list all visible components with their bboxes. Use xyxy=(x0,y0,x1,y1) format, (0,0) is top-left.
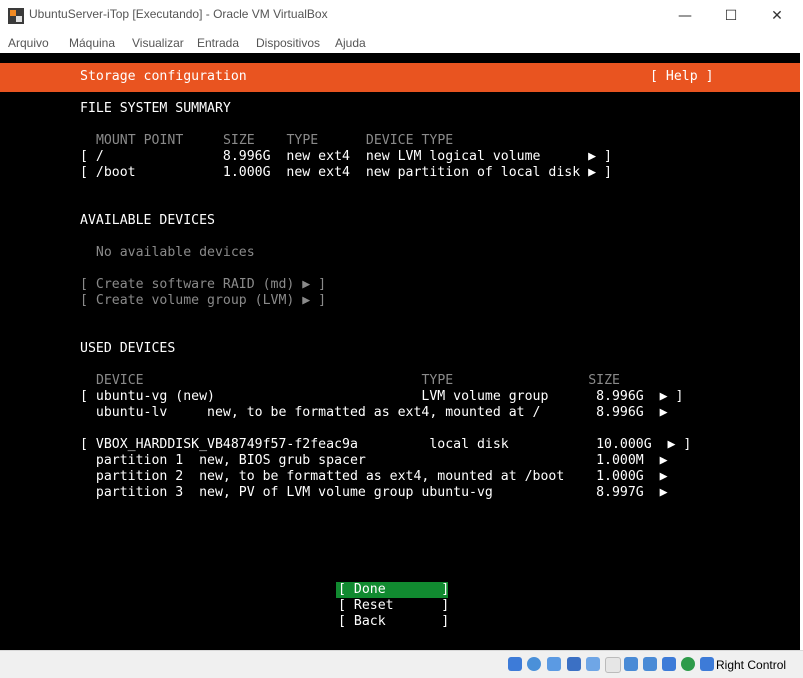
menu-visualizar[interactable]: Visualizar xyxy=(132,36,184,50)
help-button[interactable]: [ Help ] xyxy=(650,69,714,85)
reset-button[interactable]: [ Reset ] xyxy=(338,598,449,614)
fs-summary-columns: MOUNT POINT SIZE TYPE DEVICE TYPE xyxy=(88,133,454,148)
keyboard-capture-icon[interactable] xyxy=(700,657,714,671)
menu-maquina[interactable]: Máquina xyxy=(69,36,115,50)
vm-screen[interactable]: Storage configuration [ Help ] FILE SYST… xyxy=(0,53,800,650)
usb-icon[interactable] xyxy=(586,657,600,671)
optical-drive-icon[interactable] xyxy=(527,657,541,671)
virtualbox-icon xyxy=(8,8,24,24)
menu-arquivo[interactable]: Arquivo xyxy=(8,36,49,50)
fs-summary-heading: FILE SYSTEM SUMMARY xyxy=(80,101,231,116)
menu-entrada[interactable]: Entrada xyxy=(197,36,239,50)
network-icon[interactable] xyxy=(567,657,581,671)
used-row-partition-3[interactable]: partition 3 new, PV of LVM volume group … xyxy=(80,485,668,501)
used-devices-columns: DEVICE TYPE SIZE xyxy=(88,373,620,388)
used-row-partition-2[interactable]: partition 2 new, to be formatted as ext4… xyxy=(80,469,668,485)
window-titlebar: UbuntuServer-iTop [Executando] - Oracle … xyxy=(0,0,803,33)
menu-dispositivos[interactable]: Dispositivos xyxy=(256,36,320,50)
fs-row-boot[interactable]: [ /boot 1.000G new ext4 new partition of… xyxy=(80,165,612,181)
menu-bar: Arquivo Máquina Visualizar Entrada Dispo… xyxy=(0,33,803,53)
vm-status-bar: Right Control xyxy=(0,650,803,678)
shared-folders-icon[interactable] xyxy=(605,657,621,673)
menu-ajuda[interactable]: Ajuda xyxy=(335,36,366,50)
close-button[interactable]: ✕ xyxy=(754,4,800,28)
display-icon[interactable] xyxy=(624,657,638,671)
mouse-integration-icon[interactable] xyxy=(681,657,695,671)
window-title: UbuntuServer-iTop [Executando] - Oracle … xyxy=(29,7,328,21)
audio-icon[interactable] xyxy=(547,657,561,671)
used-row-harddisk[interactable]: [ VBOX_HARDDISK_VB48749f57-f2feac9a loca… xyxy=(80,437,691,453)
minimize-button[interactable]: — xyxy=(662,4,708,28)
page-title: Storage configuration xyxy=(80,69,247,84)
maximize-button[interactable]: ☐ xyxy=(708,4,754,28)
fs-row-root[interactable]: [ / 8.996G new ext4 new LVM logical volu… xyxy=(80,149,612,165)
no-devices-text: No available devices xyxy=(80,245,255,260)
used-row-ubuntu-lv[interactable]: ubuntu-lv new, to be formatted as ext4, … xyxy=(80,405,668,421)
terminal-display: Storage configuration [ Help ] FILE SYST… xyxy=(0,53,800,650)
host-key-label: Right Control xyxy=(716,658,787,672)
recording-icon[interactable] xyxy=(643,657,657,671)
done-button[interactable]: [ Done ] xyxy=(338,582,449,598)
back-button[interactable]: [ Back ] xyxy=(338,614,449,630)
available-devices-heading: AVAILABLE DEVICES xyxy=(80,213,215,228)
create-vg-button[interactable]: [ Create volume group (LVM) ▶ ] xyxy=(80,293,326,309)
hard-disk-icon[interactable] xyxy=(508,657,522,671)
cpu-icon[interactable] xyxy=(662,657,676,671)
used-devices-heading: USED DEVICES xyxy=(80,341,176,356)
used-row-ubuntu-vg[interactable]: [ ubuntu-vg (new) LVM volume group 8.996… xyxy=(80,389,683,405)
used-row-partition-1[interactable]: partition 1 new, BIOS grub spacer 1.000M… xyxy=(80,453,668,469)
create-raid-button[interactable]: [ Create software RAID (md) ▶ ] xyxy=(80,277,326,293)
